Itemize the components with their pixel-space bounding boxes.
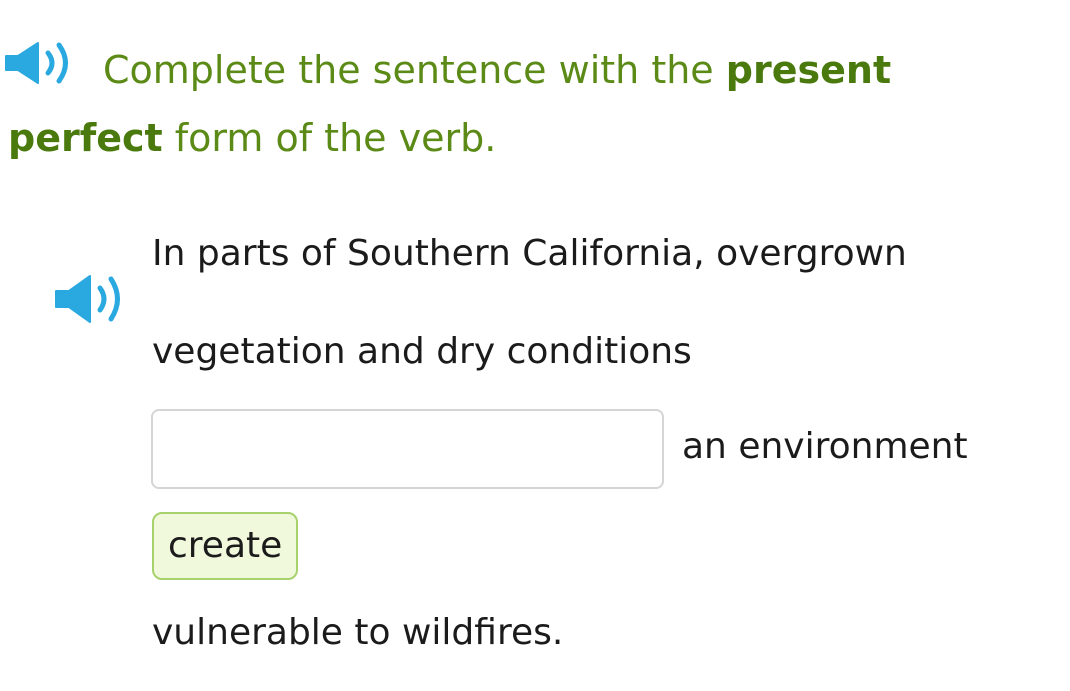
- question-audio-button[interactable]: [53, 272, 127, 326]
- sentence-line-1: In parts of Southern California, overgro…: [152, 233, 907, 274]
- speaker-icon: [55, 275, 120, 323]
- sentence-line-2: vegetation and dry conditions: [152, 331, 692, 372]
- verb-hint: create: [152, 512, 299, 580]
- sentence-line-4: vulnerable to wildfires.: [152, 612, 564, 653]
- answer-input[interactable]: [151, 409, 664, 489]
- instruction-prefix: Complete the sentence with the: [103, 48, 726, 92]
- instruction-suffix: form of the verb.: [162, 116, 497, 160]
- instruction-text: Complete the sentence with the present p…: [8, 36, 1058, 172]
- sentence-after-blank: an environment: [682, 426, 968, 467]
